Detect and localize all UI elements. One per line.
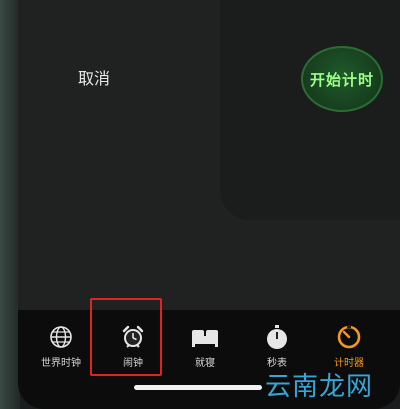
panel-corner: [220, 0, 400, 220]
timer-panel: 取消 开始计时: [18, 0, 400, 310]
timer-icon: [334, 322, 364, 352]
bed-icon: [190, 322, 220, 352]
background-edge: [0, 0, 20, 409]
tab-world-clock[interactable]: 世界时钟: [30, 318, 92, 374]
cancel-button[interactable]: 取消: [72, 66, 116, 92]
tab-bedtime[interactable]: 就寝: [174, 318, 236, 374]
watermark: 云南龙网: [265, 372, 374, 402]
tab-label: 世界时钟: [41, 358, 81, 369]
globe-icon: [46, 322, 76, 352]
start-timer-button[interactable]: 开始计时: [301, 46, 383, 112]
home-indicator[interactable]: [134, 385, 262, 390]
tab-label: 就寝: [195, 358, 215, 369]
stopwatch-icon: [262, 322, 292, 352]
annotation-highlight-box: [90, 298, 162, 376]
start-timer-label: 开始计时: [309, 70, 374, 89]
